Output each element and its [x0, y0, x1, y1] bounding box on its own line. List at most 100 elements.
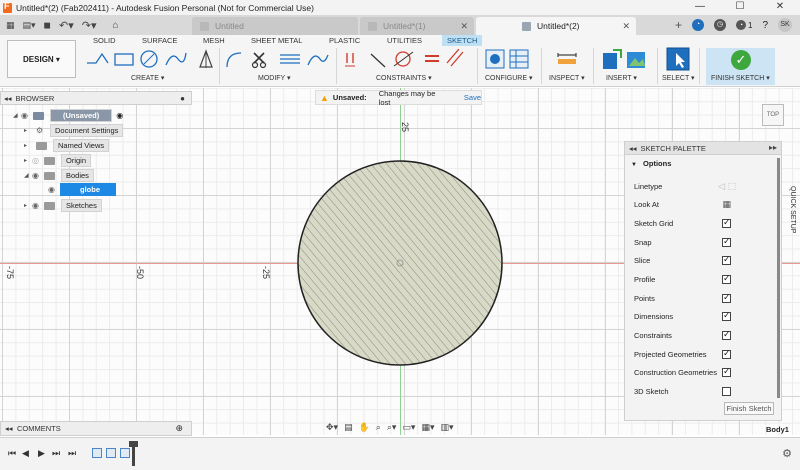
go-to-end-icon[interactable]: ⏭ — [68, 448, 76, 459]
extensions-icon[interactable]: ◔ — [691, 19, 704, 31]
constraints-menu[interactable]: CONSTRAINTS ▾ — [376, 74, 432, 82]
select-menu[interactable]: SELECT ▾ — [662, 74, 695, 82]
workspace-switcher[interactable]: DESIGN ▾ — [7, 40, 76, 78]
tab-plastic[interactable]: PLASTIC — [329, 36, 360, 45]
hidden-eye-icon[interactable]: ◎ — [32, 156, 44, 165]
active-radio-icon[interactable]: ◉ — [116, 111, 123, 120]
expand-arrow-icon[interactable]: ▸ — [24, 202, 32, 209]
visibility-eye-icon[interactable]: ◉ — [21, 111, 33, 120]
comments-panel-header[interactable]: ◂◂ COMMENTS ⊕ — [0, 421, 192, 436]
collapse-comments-icon[interactable]: ◂◂ — [5, 424, 13, 433]
look-at-icon[interactable]: ▦ — [722, 199, 731, 210]
tab-mesh[interactable]: MESH — [203, 36, 225, 45]
tab-solid[interactable]: SOLID — [93, 36, 116, 45]
expand-arrow-icon[interactable]: ▸ — [24, 142, 32, 149]
finish-sketch-palette-button[interactable]: Finish Sketch — [724, 402, 774, 415]
modify-menu[interactable]: MODIFY ▾ — [258, 74, 291, 82]
redo-icon[interactable]: ↷▾ — [82, 19, 97, 32]
display-settings-icon[interactable]: ▭▾ — [402, 422, 415, 433]
step-back-icon[interactable]: ◀ — [22, 448, 29, 459]
expand-arrow-icon[interactable]: ▸ — [24, 127, 32, 134]
go-to-start-icon[interactable]: ⏮ — [8, 448, 16, 459]
inspect-menu[interactable]: INSPECT ▾ — [549, 74, 585, 82]
points-checkbox[interactable] — [722, 292, 731, 303]
tree-item-document-settings[interactable]: ▸ ⚙ Document Settings — [24, 124, 124, 137]
insert-tools[interactable] — [601, 49, 649, 71]
tree-root[interactable]: ◢ ◉ (Unsaved) ◉ — [13, 109, 123, 122]
maximize-button[interactable]: ☐ — [720, 0, 760, 15]
new-tab-icon[interactable]: + — [675, 18, 682, 32]
collapse-arrow-icon[interactable]: ▼ — [631, 162, 637, 168]
collapse-arrow-icon[interactable]: ◢ — [24, 172, 32, 179]
linetype-icons[interactable]: ◁ ⬚ — [718, 181, 736, 192]
close-window-button[interactable]: ✕ — [760, 0, 800, 15]
visibility-eye-icon[interactable]: ◉ — [32, 201, 44, 210]
tab-utilities[interactable]: UTILITIES — [387, 36, 422, 45]
construction-geometries-checkbox[interactable] — [722, 366, 731, 377]
zoom-window-icon[interactable]: ⌕▾ — [387, 422, 397, 433]
create-tools[interactable] — [84, 49, 219, 71]
configure-menu[interactable]: CONFIGURE ▾ — [485, 74, 532, 82]
tab-untitled-2[interactable]: Untitled*(2) ✕ — [476, 17, 636, 35]
measure-icon[interactable] — [556, 52, 578, 66]
data-panel-icon[interactable]: ▦ — [6, 20, 15, 31]
visibility-eye-icon[interactable]: ◉ — [48, 185, 60, 194]
tab-untitled[interactable]: Untitled — [192, 17, 358, 35]
visibility-eye-icon[interactable]: ◉ — [32, 171, 44, 180]
quick-setup-tab[interactable]: QUICK SETUP — [784, 186, 798, 236]
tab-untitled-1[interactable]: Untitled*(1) ✕ — [360, 17, 474, 35]
timeline-sketch-icon[interactable] — [92, 448, 102, 458]
constraints-checkbox[interactable] — [722, 329, 731, 340]
timeline-marker[interactable] — [129, 441, 138, 466]
tree-item-globe[interactable]: ◉ globe — [48, 183, 116, 196]
close-tab-icon[interactable]: ✕ — [460, 21, 468, 32]
tab-sketch[interactable]: SKETCH — [442, 35, 483, 46]
tree-item-origin[interactable]: ▸ ◎ Origin — [24, 154, 92, 167]
home-icon[interactable]: ⌂ — [113, 20, 119, 31]
tab-sheet-metal[interactable]: SHEET METAL — [251, 36, 302, 45]
timeline-settings-gear-icon[interactable]: ⚙ — [782, 447, 792, 460]
close-tab-icon[interactable]: ✕ — [622, 21, 630, 32]
tab-surface[interactable]: SURFACE — [142, 36, 177, 45]
pan-icon[interactable]: ✋ — [359, 422, 370, 433]
tree-item-sketches[interactable]: ▸ ◉ Sketches — [24, 199, 102, 212]
timeline-sketch-icon[interactable] — [120, 448, 130, 458]
timeline-extrude-icon[interactable] — [106, 448, 116, 458]
constraint-tools[interactable] — [341, 49, 471, 71]
minimize-button[interactable]: — — [680, 0, 720, 15]
tree-item-bodies[interactable]: ◢ ◉ Bodies — [24, 169, 94, 182]
save-icon[interactable]: ◼ — [44, 20, 51, 31]
add-comment-icon[interactable]: ⊕ — [175, 423, 183, 434]
browser-options-icon[interactable]: ● — [180, 94, 185, 103]
grid-settings-icon[interactable]: ▦▾ — [421, 422, 434, 433]
slice-checkbox[interactable] — [722, 254, 731, 265]
viewports-icon[interactable]: ▥▾ — [440, 422, 453, 433]
viewcube[interactable]: TOP — [762, 104, 784, 126]
save-link[interactable]: Save — [464, 93, 481, 102]
file-menu-icon[interactable]: ▤▾ — [23, 20, 36, 31]
scrollbar[interactable] — [777, 158, 780, 398]
projected-geometries-checkbox[interactable] — [722, 348, 731, 359]
orbit-icon[interactable]: ✥▾ — [326, 422, 338, 433]
palette-collapse-icon[interactable]: ◂◂ — [629, 144, 637, 153]
profile-checkbox[interactable] — [722, 273, 731, 284]
palette-expand-icon[interactable]: ▸▸ — [769, 143, 777, 152]
play-icon[interactable]: ▶ — [38, 448, 45, 459]
configure-tools[interactable] — [484, 48, 534, 70]
expand-arrow-icon[interactable]: ▸ — [24, 157, 32, 164]
avatar[interactable]: SK — [778, 18, 792, 32]
help-icon[interactable]: ? — [762, 20, 768, 31]
collapse-browser-icon[interactable]: ◂◂ — [4, 94, 12, 103]
modify-tools[interactable] — [224, 49, 334, 71]
job-status-icon[interactable]: ◷ — [713, 19, 726, 31]
finish-sketch-button[interactable]: ✓ FINISH SKETCH ▾ — [706, 48, 775, 85]
step-forward-icon[interactable]: ⏭ — [52, 448, 60, 459]
tree-item-named-views[interactable]: ▸ Named Views — [24, 139, 110, 152]
insert-menu[interactable]: INSERT ▾ — [606, 74, 637, 82]
look-at-nav-icon[interactable]: ▤ — [344, 422, 353, 433]
snap-checkbox[interactable] — [722, 236, 731, 247]
zoom-icon[interactable]: ⌕ — [376, 422, 381, 433]
options-section[interactable]: ▼ Options — [631, 159, 781, 171]
3d-sketch-checkbox[interactable] — [722, 386, 731, 396]
collapse-arrow-icon[interactable]: ◢ — [13, 112, 21, 119]
